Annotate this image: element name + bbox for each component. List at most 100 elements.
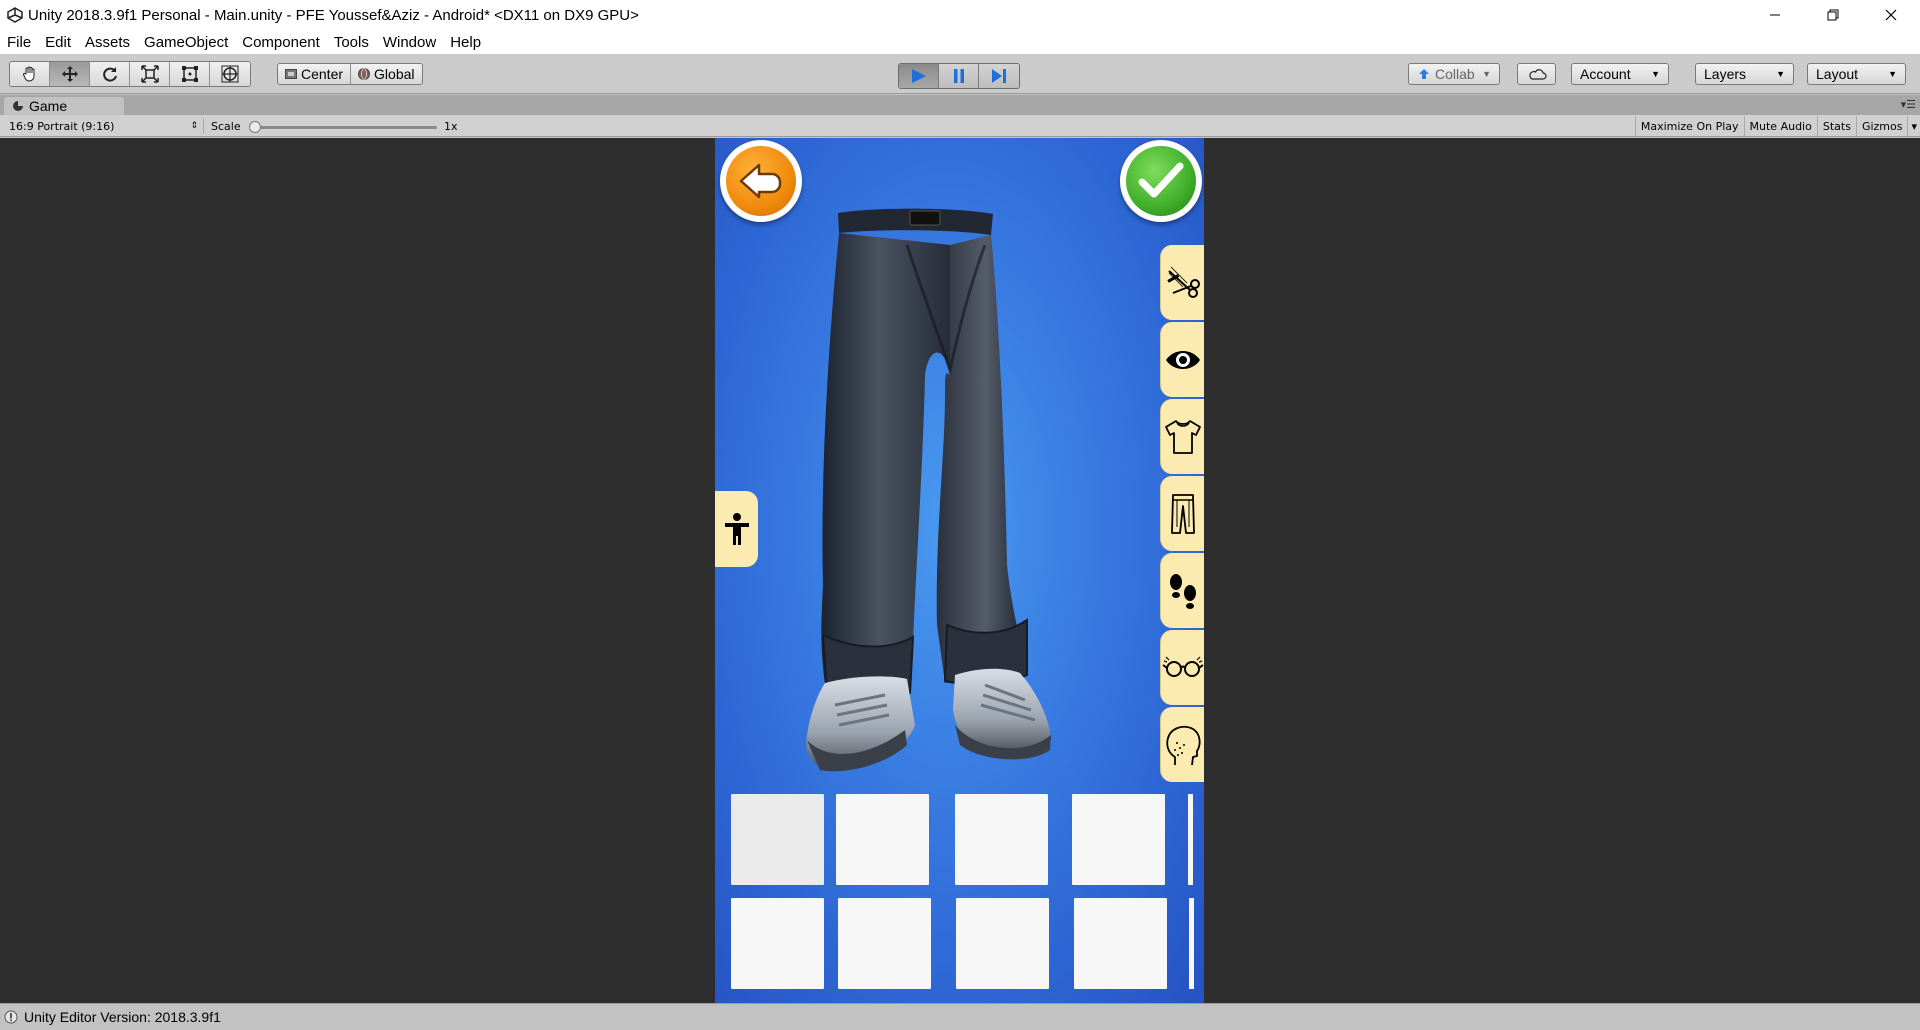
rect-tool-icon[interactable] [170,62,210,86]
hair-scissors-icon [1166,266,1200,298]
unity-logo-icon [4,0,26,30]
body-figure-button[interactable] [715,491,758,567]
mute-audio-toggle[interactable]: Mute Audio [1743,116,1817,136]
step-icon [992,69,1006,83]
transform-tool-icon[interactable] [210,62,250,86]
confirm-button[interactable] [1120,140,1202,222]
scale-tool-icon[interactable] [130,62,170,86]
aspect-ratio-dropdown[interactable]: 16:9 Portrait (9:16) ⇕ [4,118,204,134]
category-sidebar [1160,245,1204,784]
item-slot[interactable] [836,794,929,885]
scale-slider-handle[interactable] [249,121,261,133]
collab-label: Collab [1435,66,1475,82]
globe-icon [358,68,371,80]
menu-component[interactable]: Component [242,34,320,51]
scale-slider-track[interactable] [252,126,437,129]
checkmark-icon [1138,162,1184,198]
maximize-on-play-toggle[interactable]: Maximize On Play [1634,116,1744,136]
playback-controls [898,63,1020,89]
body-figure-icon [724,513,749,545]
layers-dropdown[interactable]: Layers ▼ [1695,63,1794,85]
glasses-icon [1161,656,1204,677]
cloud-button[interactable] [1517,63,1556,85]
scale-label: Scale [211,120,241,133]
item-slot[interactable] [1074,898,1167,989]
character-pants-model [806,208,1051,772]
category-pants-button[interactable] [1160,476,1204,551]
category-face-button[interactable] [1160,707,1204,782]
menu-edit[interactable]: Edit [45,34,71,51]
cloud-icon [1528,69,1547,80]
pivot-center-button[interactable]: Center [278,64,352,84]
title-bar: Unity 2018.3.9f1 Personal - Main.unity -… [0,0,1920,30]
play-button[interactable] [899,64,939,88]
menu-window[interactable]: Window [383,34,436,51]
menu-help[interactable]: Help [450,34,481,51]
item-slot-partial[interactable] [1188,794,1193,885]
category-eyes-button[interactable] [1160,322,1204,397]
collab-upload-icon [1419,69,1429,79]
scale-value: 1x [444,120,458,133]
status-bar: Unity Editor Version: 2018.3.9f1 [0,1003,1920,1030]
layers-label: Layers [1704,66,1747,82]
item-slot[interactable] [731,898,824,989]
item-slot[interactable] [731,794,824,885]
account-label: Account [1580,66,1631,82]
status-text: Unity Editor Version: 2018.3.9f1 [24,1009,221,1025]
menu-tools[interactable]: Tools [334,34,369,51]
close-button[interactable] [1862,0,1920,30]
footprints-icon [1169,573,1196,609]
pivot-global-label: Global [374,66,415,82]
transform-tools [9,61,251,87]
gizmos-toggle[interactable]: Gizmos [1855,116,1908,136]
item-slot[interactable] [1072,794,1165,885]
item-slot[interactable] [955,794,1048,885]
pants-icon [1170,493,1195,534]
game-viewport [0,138,1920,1003]
gizmos-dropdown-arrow-icon[interactable]: ▾ [1907,116,1920,136]
restore-button[interactable] [1804,0,1862,30]
stats-toggle[interactable]: Stats [1816,116,1856,136]
pause-button[interactable] [939,64,979,88]
game-tab-label: Game [29,98,68,114]
info-icon [4,1010,18,1024]
menu-file[interactable]: File [7,34,31,51]
account-dropdown-arrow-icon: ▼ [1651,69,1660,79]
pivot-global-button[interactable]: Global [351,64,422,84]
category-shoes-button[interactable] [1160,553,1204,628]
tab-game[interactable]: Game [4,97,124,115]
layers-dropdown-arrow-icon: ▼ [1776,69,1785,79]
item-slot[interactable] [838,898,931,989]
category-hair-button[interactable] [1160,245,1204,320]
item-slot[interactable] [956,898,1049,989]
aspect-dropdown-arrow-icon: ⇕ [190,121,198,131]
game-view-controls: 16:9 Portrait (9:16) ⇕ Scale 1x Maximize… [0,115,1920,137]
collab-button[interactable]: Collab ▼ [1408,63,1500,85]
category-shirt-button[interactable] [1160,399,1204,474]
center-icon [285,69,297,79]
minimize-button[interactable] [1746,0,1804,30]
hand-tool-icon[interactable] [10,62,50,86]
back-button[interactable] [720,140,802,222]
menu-assets[interactable]: Assets [85,34,130,51]
window-tab-strip: Game ▾☰ [0,95,1920,115]
collab-dropdown-arrow-icon: ▼ [1482,69,1491,79]
layout-label: Layout [1816,66,1859,82]
main-toolbar: Center Global Collab ▼ Account ▼ Layers … [0,54,1920,94]
step-button[interactable] [979,64,1019,88]
game-screen[interactable] [715,138,1204,1003]
pause-icon [953,69,964,83]
back-arrow-icon [739,163,782,199]
item-slot-partial[interactable] [1189,898,1194,989]
menu-bar: File Edit Assets GameObject Component To… [0,30,1920,54]
move-tool-icon[interactable] [50,62,90,86]
tab-options-icon[interactable]: ▾☰ [1901,98,1916,111]
rotate-tool-icon[interactable] [90,62,130,86]
menu-gameobject[interactable]: GameObject [144,34,228,51]
eye-icon [1165,350,1200,369]
layout-dropdown-arrow-icon: ▼ [1888,69,1897,79]
category-glasses-button[interactable] [1160,630,1204,705]
layout-dropdown[interactable]: Layout ▼ [1807,63,1906,85]
window-title: Unity 2018.3.9f1 Personal - Main.unity -… [28,6,639,24]
account-dropdown[interactable]: Account ▼ [1571,63,1669,85]
